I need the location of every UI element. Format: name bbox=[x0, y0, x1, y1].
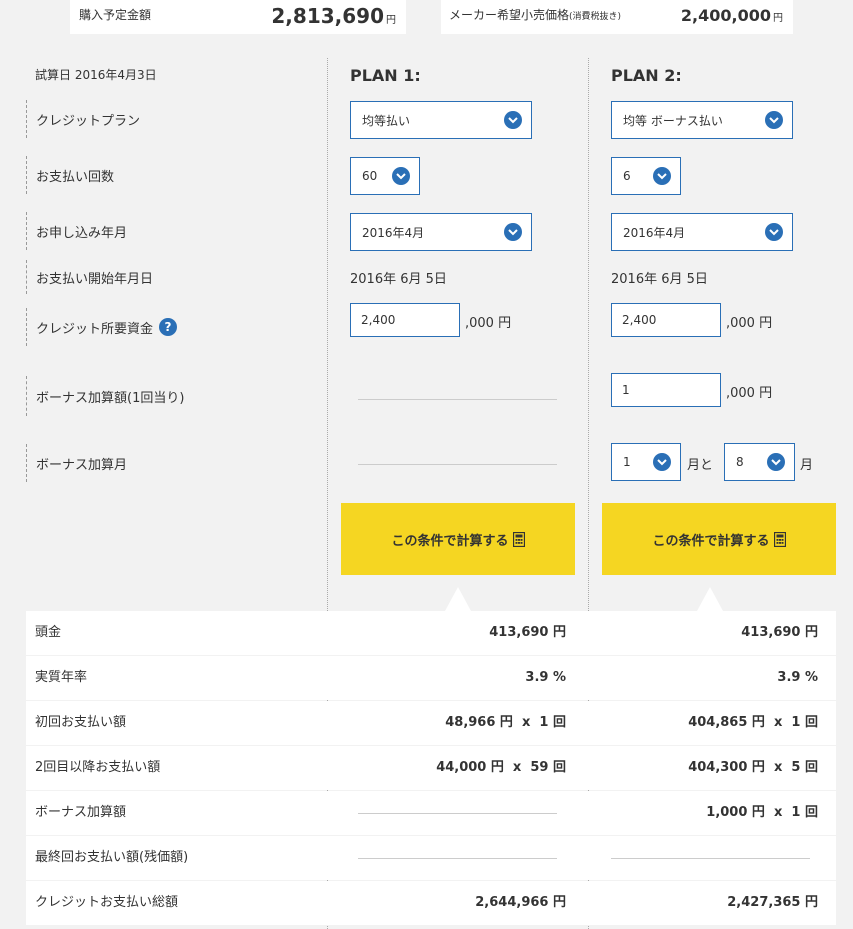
purchase-amount-value: 2,813,690 円 bbox=[271, 4, 396, 28]
plan2-credit-plan-value: 均等 ボーナス払い bbox=[623, 113, 723, 128]
plan1-required-funds-input[interactable]: 2,400 bbox=[350, 303, 460, 337]
plan2-bonus-month-1-select[interactable]: 1 bbox=[611, 443, 681, 481]
plan2-bonus-month-1-value: 1 bbox=[623, 455, 631, 469]
plan2-start-date: 2016年 6月 5日 bbox=[611, 272, 708, 287]
plan2-installments-select[interactable]: 6 bbox=[611, 157, 681, 195]
plan2-required-funds-value: 2,400 bbox=[622, 313, 657, 327]
plan1-installments-value: 60 bbox=[362, 169, 378, 183]
msrp-label-note: (消費税抜き) bbox=[569, 12, 622, 22]
chevron-down-icon bbox=[392, 167, 410, 185]
result-row: 初回お支払い額 48,966 円 x 1 回 404,865 円 x 1 回 bbox=[26, 701, 836, 745]
result-row: 最終回お支払い額(残価額) bbox=[26, 836, 836, 880]
chevron-down-icon bbox=[653, 453, 671, 471]
plan1-application-month-select[interactable]: 2016年4月 bbox=[350, 213, 532, 251]
plan1-result-empty bbox=[358, 813, 557, 814]
result-row: ボーナス加算額 1,000 円 x 1 回 bbox=[26, 791, 836, 835]
plan1-result-value: 3.9 % bbox=[525, 670, 566, 685]
result-row: 頭金 413,690 円 413,690 円 bbox=[26, 611, 836, 655]
plan2-bonus-month-suffix: 月 bbox=[800, 458, 814, 473]
plan2-required-funds-input[interactable]: 2,400 bbox=[611, 303, 721, 337]
plan2-application-month-select[interactable]: 2016年4月 bbox=[611, 213, 793, 251]
plan1-credit-plan-value: 均等払い bbox=[362, 113, 411, 128]
result-label: 2回目以降お支払い額 bbox=[35, 760, 161, 775]
plan1-calculate-label: この条件で計算する bbox=[391, 533, 509, 549]
result-label: 最終回お支払い額(残価額) bbox=[35, 850, 189, 865]
plan1-application-month-value: 2016年4月 bbox=[362, 225, 425, 240]
plan2-result-value: 413,690 円 bbox=[741, 625, 818, 640]
calculator-icon bbox=[512, 531, 525, 547]
plan1-result-value: 413,690 円 bbox=[489, 625, 566, 640]
plan1-result-value: 44,000 円 x 59 回 bbox=[436, 760, 566, 775]
plan1-title: PLAN 1: bbox=[350, 66, 421, 85]
result-row: 2回目以降お支払い額 44,000 円 x 59 回 404,300 円 x 5 回 bbox=[26, 746, 836, 790]
result-row: 実質年率 3.9 % 3.9 % bbox=[26, 656, 836, 700]
msrp-label: メーカー希望小売価格(消費税抜き) bbox=[449, 8, 622, 22]
plan2-bonus-month-join: 月と bbox=[687, 458, 714, 473]
chevron-down-icon bbox=[767, 453, 785, 471]
plan2-result-value: 404,300 円 x 5 回 bbox=[688, 760, 818, 775]
result-label: ボーナス加算額 bbox=[35, 805, 127, 820]
plan1-calculate-button[interactable]: この条件で計算する bbox=[341, 503, 575, 575]
plan2-installments-value: 6 bbox=[623, 169, 631, 183]
plan1-required-funds-value: 2,400 bbox=[361, 313, 396, 327]
plan1-installments-select[interactable]: 60 bbox=[350, 157, 420, 195]
installments-label: お支払い回数 bbox=[26, 156, 114, 194]
plan1-bonus-month-empty bbox=[358, 464, 557, 465]
result-label: 頭金 bbox=[35, 625, 62, 640]
result-label: 初回お支払い額 bbox=[35, 715, 127, 730]
result-label: クレジットお支払い総額 bbox=[35, 895, 179, 910]
required-funds-label: クレジット所要資金 ? bbox=[26, 308, 178, 346]
plan2-result-value: 1,000 円 x 1 回 bbox=[706, 805, 818, 820]
plan1-start-date: 2016年 6月 5日 bbox=[350, 272, 447, 287]
result-label: 実質年率 bbox=[35, 670, 88, 685]
plan1-required-funds-unit: ,000 円 bbox=[465, 316, 512, 331]
plan2-calculate-button[interactable]: この条件で計算する bbox=[602, 503, 836, 575]
trial-date: 試算日 2016年4月3日 bbox=[35, 68, 157, 82]
plan2-result-value: 404,865 円 x 1 回 bbox=[688, 715, 818, 730]
bonus-month-label: ボーナス加算月 bbox=[26, 444, 127, 482]
msrp-summary-card: メーカー希望小売価格(消費税抜き) 2,400,000 円 bbox=[441, 0, 793, 34]
purchase-amount-label: 購入予定金額 bbox=[79, 8, 152, 22]
chevron-down-icon bbox=[765, 111, 783, 129]
plan2-calculate-label: この条件で計算する bbox=[652, 533, 770, 549]
plan2-bonus-amount-input[interactable]: 1 bbox=[611, 373, 721, 407]
application-month-label: お申し込み年月 bbox=[26, 212, 127, 250]
bonus-amount-label: ボーナス加算額(1回当り) bbox=[26, 376, 184, 416]
plan1-result-value: 2,644,966 円 bbox=[475, 895, 566, 910]
plan2-application-month-value: 2016年4月 bbox=[623, 225, 686, 240]
plan1-result-pointer bbox=[445, 587, 471, 611]
plan2-required-funds-unit: ,000 円 bbox=[726, 316, 773, 331]
chevron-down-icon bbox=[765, 223, 783, 241]
plan2-bonus-amount-unit: ,000 円 bbox=[726, 386, 773, 401]
msrp-value: 2,400,000 円 bbox=[680, 6, 783, 25]
chevron-down-icon bbox=[504, 111, 522, 129]
plan2-bonus-month-2-select[interactable]: 8 bbox=[724, 443, 795, 481]
plan2-bonus-month-2-value: 8 bbox=[736, 455, 744, 469]
plan1-result-value: 48,966 円 x 1 回 bbox=[445, 715, 566, 730]
plan2-title: PLAN 2: bbox=[611, 66, 682, 85]
help-icon[interactable]: ? bbox=[159, 318, 178, 336]
result-row: クレジットお支払い総額 2,644,966 円 2,427,365 円 bbox=[26, 881, 836, 925]
purchase-summary-card: 購入予定金額 2,813,690 円 bbox=[70, 0, 406, 34]
chevron-down-icon bbox=[504, 223, 522, 241]
plan1-credit-plan-select[interactable]: 均等払い bbox=[350, 101, 532, 139]
credit-plan-label: クレジットプラン bbox=[26, 100, 140, 138]
chevron-down-icon bbox=[653, 167, 671, 185]
plan1-bonus-amount-empty bbox=[358, 399, 557, 400]
plan2-credit-plan-select[interactable]: 均等 ボーナス払い bbox=[611, 101, 793, 139]
calculator-icon bbox=[773, 531, 786, 547]
plan2-result-value: 2,427,365 円 bbox=[727, 895, 818, 910]
start-date-label: お支払い開始年月日 bbox=[26, 260, 153, 294]
plan2-result-pointer bbox=[697, 587, 723, 611]
plan1-result-empty bbox=[358, 858, 557, 859]
plan2-result-value: 3.9 % bbox=[777, 670, 818, 685]
plan2-bonus-amount-value: 1 bbox=[622, 383, 630, 397]
plan2-result-empty bbox=[611, 858, 810, 859]
